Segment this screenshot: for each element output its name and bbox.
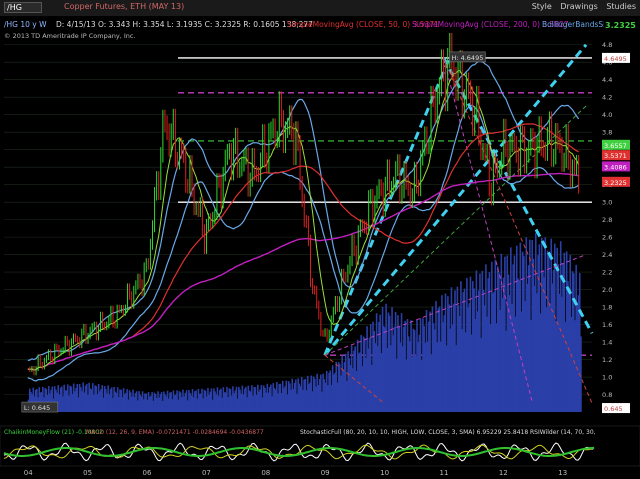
x-tick-label: 10 <box>380 469 389 477</box>
x-tick-label: 07 <box>202 469 211 477</box>
price-tag-label: 3.2325 <box>604 179 627 187</box>
y-tick-label: 1.8 <box>602 304 612 312</box>
y-tick-label: 4.2 <box>602 94 612 102</box>
y-tick-label: 1.0 <box>602 374 612 382</box>
y-tick-label: 4.8 <box>602 41 612 49</box>
price-tag-label: 4.6495 <box>604 55 627 63</box>
price-tag-label: 3.6557 <box>604 142 627 150</box>
copyright: © 2013 TD Ameritrade IP Company, Inc. <box>4 32 136 40</box>
x-tick-label: 13 <box>558 469 567 477</box>
header-symbol: /HG 10 y W <box>4 20 47 29</box>
y-tick-label: 2.6 <box>602 234 612 242</box>
y-tick-label: 3.8 <box>602 129 612 137</box>
y-axis: 4.84.64.44.24.03.83.63.43.23.02.82.62.42… <box>602 41 612 399</box>
last-price: 3.2325 <box>605 21 636 30</box>
y-tick-label: 4.0 <box>602 111 612 119</box>
x-tick-label: 04 <box>24 469 33 477</box>
y-tick-label: 2.0 <box>602 286 612 294</box>
annotation-label: H: 4.6495 <box>451 54 483 62</box>
x-tick-label: 09 <box>321 469 330 477</box>
y-tick-label: 4.4 <box>602 76 612 84</box>
x-tick-label: 05 <box>83 469 92 477</box>
y-tick-label: 3.0 <box>602 199 612 207</box>
y-tick-label: 2.2 <box>602 269 612 277</box>
x-tick-label: 08 <box>261 469 270 477</box>
x-tick-label: 12 <box>499 469 508 477</box>
indicator-label: StochasticFull (80, 20, 10, 10, HIGH, LO… <box>300 429 528 436</box>
y-tick-label: 2.4 <box>602 251 612 259</box>
indicator-label: RSIWilder (14, 70, 30, <box>530 429 596 436</box>
y-tick-label: 0.8 <box>602 391 612 399</box>
y-tick-label: 1.4 <box>602 339 612 347</box>
y-tick-label: 1.6 <box>602 321 612 329</box>
price-tag-label: 0.645 <box>604 405 623 413</box>
price-chart[interactable]: 4.84.64.44.24.03.83.63.43.23.02.82.62.42… <box>0 0 640 479</box>
price-tag-label: 3.4086 <box>604 163 627 171</box>
x-tick-label: 11 <box>440 469 449 477</box>
header-quote: D: 4/15/13 O: 3.343 H: 3.354 L: 3.1935 C… <box>56 20 313 29</box>
price-tag-label: 3.5371 <box>604 152 627 160</box>
x-tick-label: 06 <box>143 469 152 477</box>
annotation-label: L: 0.645 <box>24 404 51 412</box>
volume-bar <box>580 336 582 412</box>
y-tick-label: 1.2 <box>602 356 612 364</box>
indicator-panel: ChaikinMoneyFlow (21) -0.10802MACD (12, … <box>0 425 640 467</box>
indicator-label: MACD (12, 26, 9, EMA) -0.0721471 -0.0284… <box>86 429 264 436</box>
y-tick-label: 2.8 <box>602 216 612 224</box>
